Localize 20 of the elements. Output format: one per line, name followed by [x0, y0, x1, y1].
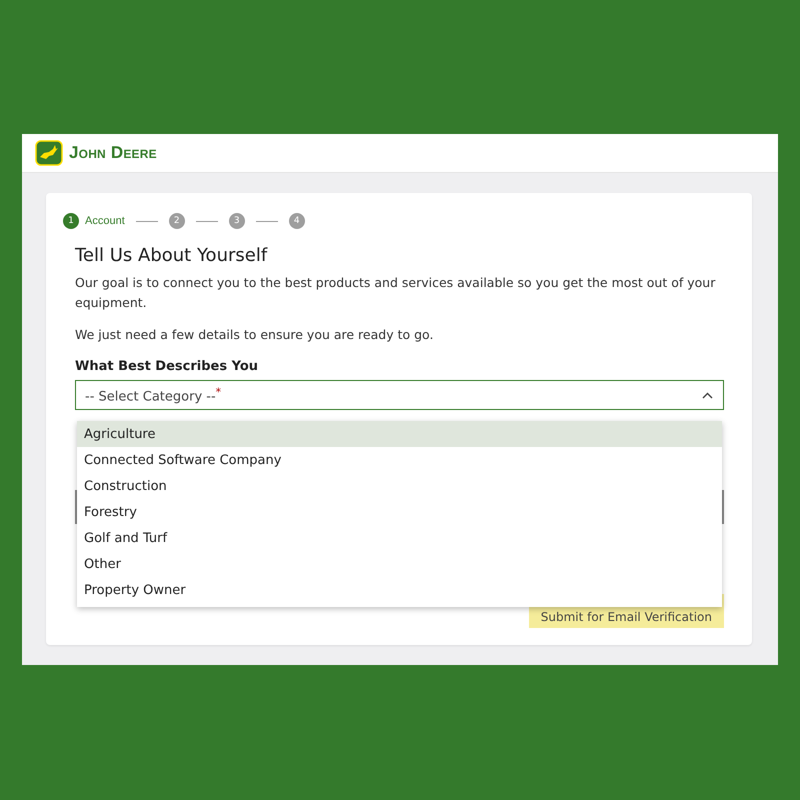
- step-number: 1: [63, 213, 79, 229]
- step-number: 4: [288, 213, 305, 229]
- dropdown-option[interactable]: Connected Software Company: [77, 447, 722, 473]
- brand-name: John Deere: [69, 143, 157, 163]
- category-select[interactable]: -- Select Category --$^{*}$: [75, 380, 724, 410]
- intro-text: Our goal is to connect you to the best products and services available so you get the most out of your equipment.: [75, 274, 716, 312]
- chevron-icon: [702, 392, 713, 398]
- dropdown-option[interactable]: Property Owner: [77, 577, 722, 603]
- dropdown-option[interactable]: Other: [77, 551, 722, 577]
- step-number: 2: [168, 213, 185, 229]
- deer-logo-icon: [35, 140, 63, 166]
- step-label: Account: [85, 215, 125, 227]
- step-number: 3: [228, 213, 245, 229]
- form-title: Tell Us About Yourself: [75, 245, 268, 266]
- field-label: What Best Describes You: [75, 359, 260, 374]
- dropdown-option[interactable]: Construction: [77, 473, 722, 499]
- dropdown-option[interactable]: Forestry: [77, 499, 722, 525]
- dropdown-option[interactable]: Agriculture: [77, 421, 722, 447]
- note-text: We just need a few details to ensure you are ready to go.: [75, 326, 434, 344]
- dropdown-option[interactable]: Golf and Turf: [77, 525, 722, 551]
